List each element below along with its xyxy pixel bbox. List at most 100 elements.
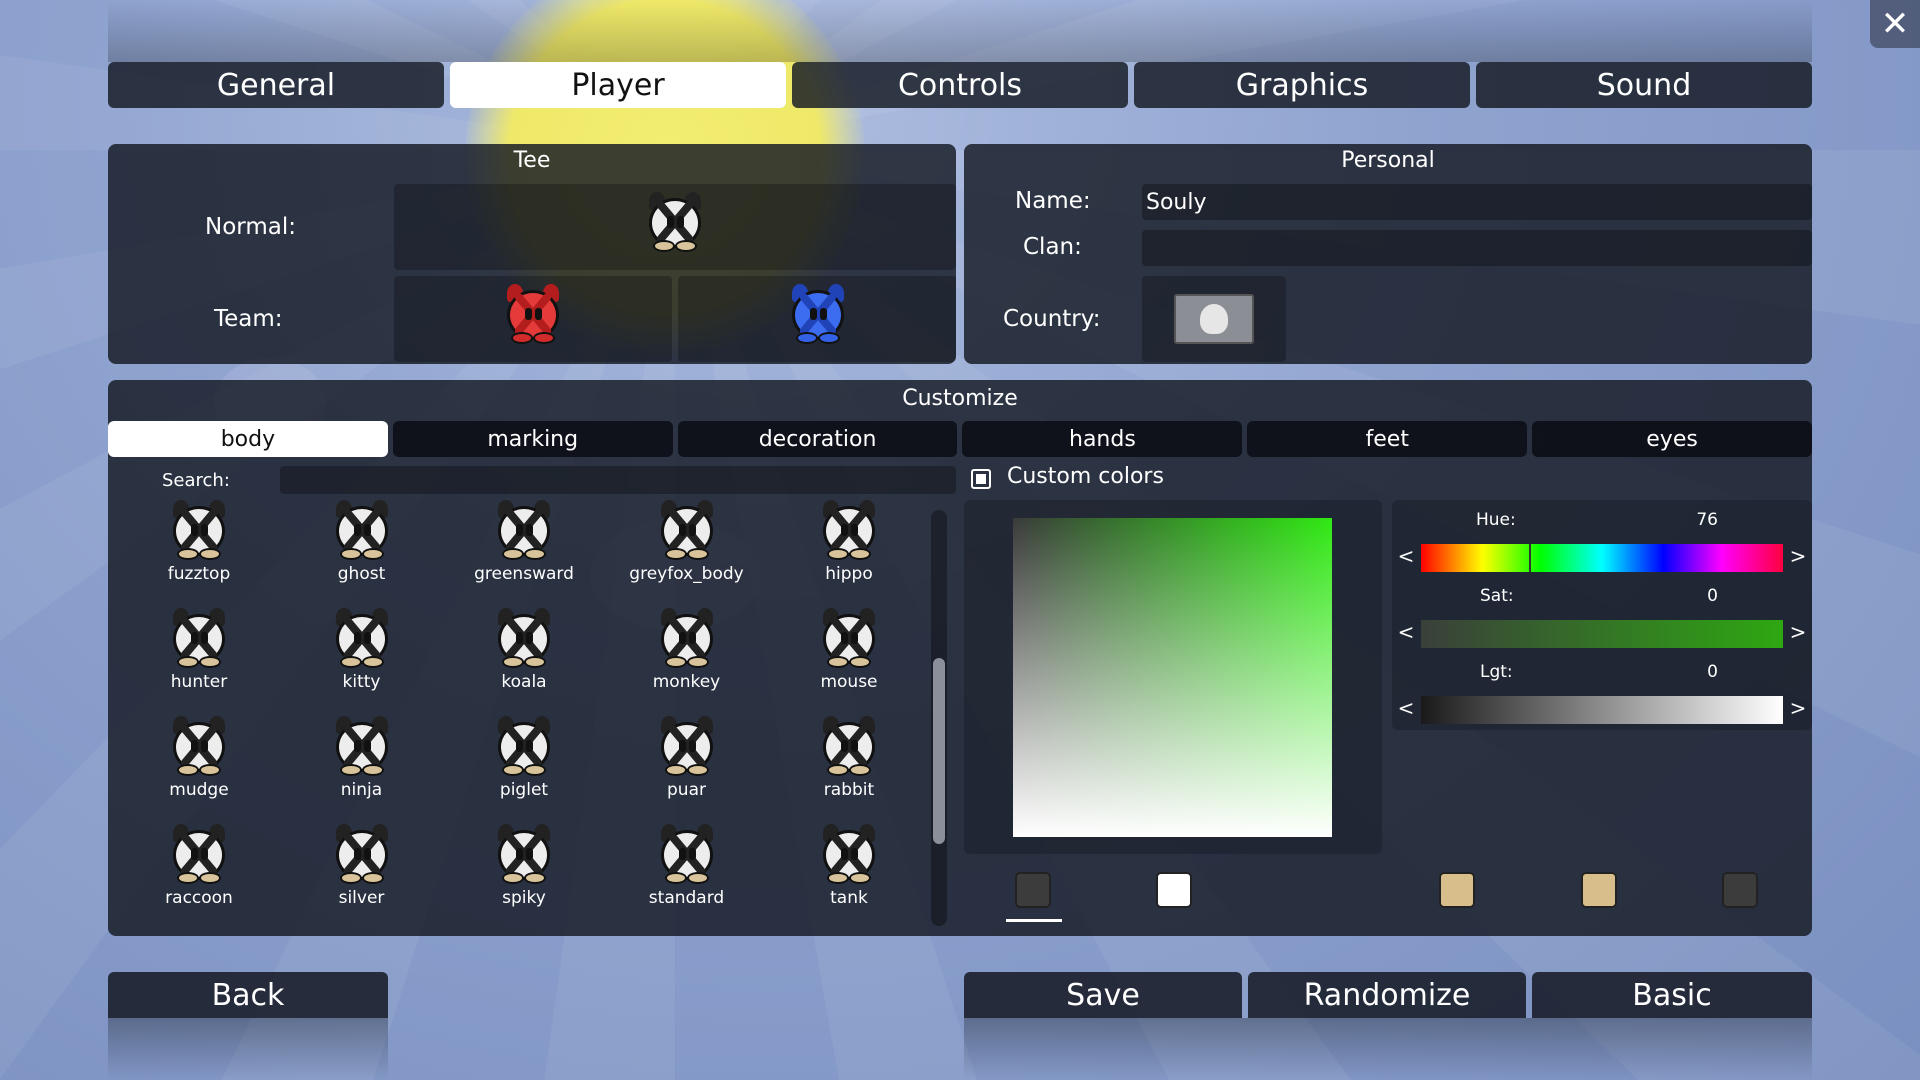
saturation-lightness-picker[interactable] [1013, 518, 1332, 837]
lgt-increase-button[interactable]: > [1786, 696, 1810, 720]
skin-item[interactable]: greyfox_body [612, 500, 762, 600]
tab-bar-backdrop [108, 0, 1812, 62]
sat-increase-button[interactable]: > [1786, 620, 1810, 644]
skin-name: rabbit [823, 780, 875, 800]
skin-item[interactable]: puar [612, 716, 762, 816]
scrollbar-thumb[interactable] [933, 658, 945, 844]
tab-player[interactable]: Player [450, 62, 786, 108]
part-tab-marking[interactable]: marking [392, 421, 673, 457]
color-swatch-feet[interactable] [1581, 872, 1617, 908]
search-field[interactable] [280, 466, 956, 494]
tab-sound[interactable]: Sound [1476, 62, 1812, 108]
custom-colors-label: Custom colors [1007, 464, 1164, 489]
tee-title: Tee [513, 148, 551, 173]
skin-item[interactable]: greensward [449, 500, 599, 600]
skin-preview [819, 824, 879, 884]
skin-item[interactable]: spiky [449, 824, 599, 924]
skin-name: standard [648, 888, 725, 908]
hue-value: 76 [1696, 510, 1718, 530]
personal-title: Personal [1341, 148, 1435, 173]
search-label: Search: [162, 470, 230, 491]
basic-button[interactable]: Basic [1532, 972, 1812, 1018]
part-tab-eyes[interactable]: eyes [1532, 421, 1812, 457]
skin-preview [657, 500, 717, 560]
sat-value: 0 [1707, 586, 1718, 606]
part-tab-feet[interactable]: feet [1247, 421, 1528, 457]
skin-preview [819, 716, 879, 776]
part-tab-decoration[interactable]: decoration [677, 421, 958, 457]
skin-name: piglet [499, 780, 549, 800]
skin-item[interactable]: tank [774, 824, 924, 924]
skin-list: fuzztop ghost greensward greyfox_body hippo h… [124, 500, 924, 930]
close-button[interactable]: ✕ [1870, 0, 1920, 48]
skin-item[interactable]: standard [612, 824, 762, 924]
lgt-decrease-button[interactable]: < [1394, 696, 1418, 720]
part-tabs: body marking decoration hands feet eyes [108, 421, 1812, 457]
part-tab-body[interactable]: body [108, 421, 388, 457]
skin-item[interactable]: rabbit [774, 716, 924, 816]
hue-slider[interactable] [1421, 544, 1783, 572]
skin-preview [819, 608, 879, 668]
clan-field[interactable] [1142, 230, 1812, 266]
sat-slider[interactable] [1421, 620, 1783, 648]
skin-name: tank [830, 888, 868, 908]
skin-item[interactable]: mouse [774, 608, 924, 708]
skin-item[interactable]: ghost [287, 500, 437, 600]
color-swatch-body[interactable] [1015, 872, 1051, 908]
skin-name: monkey [652, 672, 721, 692]
tab-general[interactable]: General [108, 62, 444, 108]
skin-name: greensward [474, 564, 574, 584]
skin-item[interactable]: koala [449, 608, 599, 708]
skin-item[interactable]: silver [287, 824, 437, 924]
red-team-tee-preview [503, 284, 563, 344]
default-flag-icon [1200, 304, 1228, 334]
skin-item[interactable]: hippo [774, 500, 924, 600]
custom-colors-checkbox[interactable] [971, 469, 991, 489]
selected-swatch-indicator [1006, 919, 1062, 922]
skin-item[interactable]: raccoon [124, 824, 274, 924]
skin-preview [332, 824, 392, 884]
color-swatch-eyes[interactable] [1722, 872, 1758, 908]
skin-item[interactable]: fuzztop [124, 500, 274, 600]
skin-list-scrollbar[interactable] [931, 510, 947, 926]
randomize-button[interactable]: Randomize [1248, 972, 1526, 1018]
country-label: Country: [1003, 306, 1101, 332]
lgt-slider[interactable] [1421, 696, 1783, 724]
tab-graphics[interactable]: Graphics [1134, 62, 1470, 108]
skin-name: hunter [170, 672, 228, 692]
action-buttons-backdrop [964, 1018, 1812, 1080]
country-flag-button[interactable] [1174, 294, 1254, 344]
skin-name: hippo [825, 564, 873, 584]
skin-preview [657, 824, 717, 884]
skin-preview [169, 824, 229, 884]
skin-item[interactable]: mudge [124, 716, 274, 816]
skin-name: greyfox_body [629, 564, 744, 584]
tab-controls[interactable]: Controls [792, 62, 1128, 108]
skin-name: ghost [337, 564, 386, 584]
skin-item[interactable]: piglet [449, 716, 599, 816]
close-icon: ✕ [1880, 4, 1910, 44]
part-tab-hands[interactable]: hands [962, 421, 1243, 457]
skin-name: kitty [342, 672, 381, 692]
skin-preview [169, 608, 229, 668]
sat-decrease-button[interactable]: < [1394, 620, 1418, 644]
skin-item[interactable]: hunter [124, 608, 274, 708]
color-swatch-marking[interactable] [1156, 872, 1192, 908]
color-swatch-hands[interactable] [1439, 872, 1475, 908]
skin-item[interactable]: kitty [287, 608, 437, 708]
skin-preview [657, 716, 717, 776]
back-button-backdrop [108, 1018, 388, 1080]
hue-increase-button[interactable]: > [1786, 544, 1810, 568]
skin-item[interactable]: ninja [287, 716, 437, 816]
skin-preview [169, 500, 229, 560]
skin-item[interactable]: monkey [612, 608, 762, 708]
skin-preview [494, 608, 554, 668]
back-button[interactable]: Back [108, 972, 388, 1018]
skin-name: raccoon [165, 888, 233, 908]
skin-preview [332, 500, 392, 560]
hue-decrease-button[interactable]: < [1394, 544, 1418, 568]
clan-label: Clan: [1023, 234, 1082, 260]
skin-name: mudge [169, 780, 229, 800]
name-field[interactable]: Souly [1142, 184, 1812, 220]
save-button[interactable]: Save [964, 972, 1242, 1018]
